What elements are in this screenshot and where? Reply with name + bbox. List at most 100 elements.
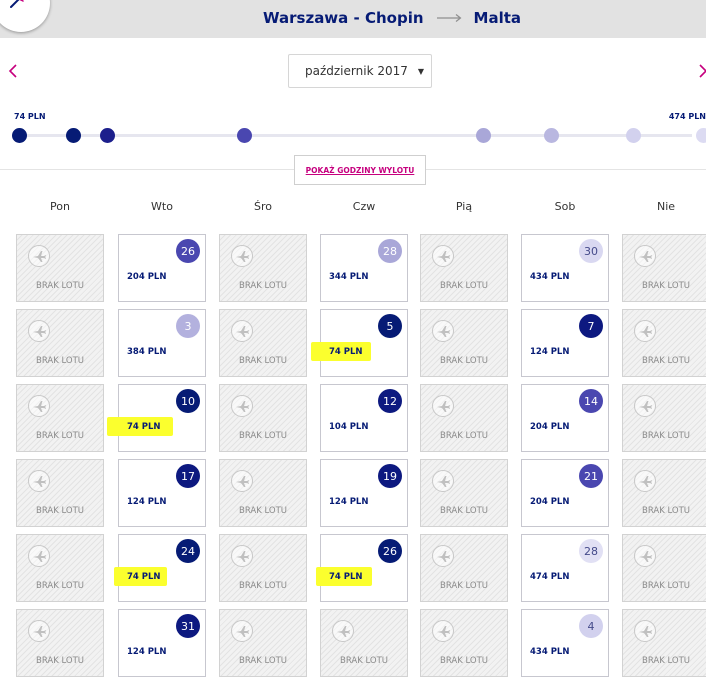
day-price: 434 PLN xyxy=(530,647,570,657)
no-flight-label: BRAK LOTU xyxy=(35,431,85,441)
plane-icon xyxy=(33,401,46,412)
plane-icon xyxy=(33,551,46,562)
plane-icon xyxy=(236,401,249,412)
route-title: Warszawa - Chopin Malta xyxy=(0,9,706,27)
prev-month-button[interactable] xyxy=(8,63,24,81)
day-price: 124 PLN xyxy=(530,347,570,357)
calendar-day-flight[interactable]: 124 PLN 19 xyxy=(320,459,408,527)
day-number-badge: 10 xyxy=(176,389,200,413)
weekday-label: Pią xyxy=(455,200,473,213)
plane-icon xyxy=(33,476,46,487)
price-range-dot[interactable] xyxy=(237,128,252,143)
price-range-track xyxy=(20,134,692,137)
calendar-day-flight[interactable]: 434 PLN 4 xyxy=(521,609,609,677)
price-range-dot[interactable] xyxy=(100,128,115,143)
plane-icon-circle xyxy=(432,545,454,567)
calendar-day-no-flight: BRAK LOTU xyxy=(219,609,307,677)
price-range-dot[interactable] xyxy=(12,128,27,143)
plane-icon xyxy=(639,476,652,487)
day-number-badge: 5 xyxy=(378,314,402,338)
weekday-label: Czw xyxy=(352,200,376,213)
plane-icon-circle xyxy=(332,620,354,642)
plane-icon-circle xyxy=(231,470,253,492)
plane-icon xyxy=(437,476,450,487)
plane-icon-circle xyxy=(432,395,454,417)
calendar-day-flight[interactable]: 124 PLN 7 xyxy=(521,309,609,377)
day-number-badge: 26 xyxy=(176,239,200,263)
calendar-day-flight[interactable]: 74 PLN 24 xyxy=(114,534,206,602)
plane-icon xyxy=(437,251,450,262)
plane-icon xyxy=(639,251,652,262)
day-number-badge: 28 xyxy=(579,539,603,563)
calendar-day-flight[interactable]: 344 PLN 28 xyxy=(320,234,408,302)
price-range-dot[interactable] xyxy=(476,128,491,143)
day-number-badge: 24 xyxy=(176,539,200,563)
plane-icon xyxy=(437,551,450,562)
day-number-badge: 7 xyxy=(579,314,603,338)
calendar-day-flight[interactable]: 434 PLN 30 xyxy=(521,234,609,302)
calendar-day-no-flight: BRAK LOTU xyxy=(320,609,408,677)
calendar-day-no-flight: BRAK LOTU xyxy=(16,534,104,602)
no-flight-label: BRAK LOTU xyxy=(641,356,691,366)
price-range-dot[interactable] xyxy=(626,128,641,143)
plane-icon-circle xyxy=(634,245,656,267)
calendar-day-flight[interactable]: 204 PLN 21 xyxy=(521,459,609,527)
show-departure-times-button[interactable]: POKAŻ GODZINY WYLOTU xyxy=(294,155,426,185)
calendar-day-flight[interactable]: 74 PLN 5 xyxy=(311,309,408,377)
calendar-day-flight[interactable]: 474 PLN 28 xyxy=(521,534,609,602)
plane-icon xyxy=(437,401,450,412)
calendar-day-no-flight: BRAK LOTU xyxy=(219,534,307,602)
calendar-day-no-flight: BRAK LOTU xyxy=(622,309,706,377)
calendar-day-flight[interactable]: 124 PLN 31 xyxy=(118,609,206,677)
calendar-day-no-flight: BRAK LOTU xyxy=(219,309,307,377)
calendar-day-flight[interactable]: 74 PLN 26 xyxy=(316,534,408,602)
day-number-badge: 30 xyxy=(579,239,603,263)
price-range-min-label: 74 PLN xyxy=(14,112,46,121)
no-flight-label: BRAK LOTU xyxy=(35,656,85,666)
origin-airport: Warszawa - Chopin xyxy=(263,9,424,27)
calendar-day-flight[interactable]: 204 PLN 14 xyxy=(521,384,609,452)
day-price: 344 PLN xyxy=(329,272,369,282)
day-price: 74 PLN xyxy=(127,572,161,582)
price-range-dot[interactable] xyxy=(544,128,559,143)
plane-icon xyxy=(437,626,450,637)
plane-icon-circle xyxy=(231,395,253,417)
next-month-button[interactable] xyxy=(698,63,706,81)
no-flight-label: BRAK LOTU xyxy=(238,506,288,516)
calendar-day-no-flight: BRAK LOTU xyxy=(420,459,508,527)
calendar-day-flight[interactable]: 204 PLN 26 xyxy=(118,234,206,302)
calendar-day-flight[interactable]: 384 PLN 3 xyxy=(118,309,206,377)
plane-icon-circle xyxy=(231,320,253,342)
calendar-day-flight[interactable]: 124 PLN 17 xyxy=(118,459,206,527)
month-select-value: październik 2017 xyxy=(305,64,408,78)
calendar-day-flight[interactable]: 74 PLN 10 xyxy=(107,384,206,452)
no-flight-label: BRAK LOTU xyxy=(439,281,489,291)
no-flight-label: BRAK LOTU xyxy=(439,431,489,441)
day-number-badge: 31 xyxy=(176,614,200,638)
calendar-day-flight[interactable]: 104 PLN 12 xyxy=(320,384,408,452)
plane-icon-circle xyxy=(432,245,454,267)
day-price: 124 PLN xyxy=(127,497,167,507)
plane-icon xyxy=(639,326,652,337)
plane-icon xyxy=(236,326,249,337)
day-number-badge: 21 xyxy=(579,464,603,488)
no-flight-label: BRAK LOTU xyxy=(238,281,288,291)
plane-icon xyxy=(236,476,249,487)
no-flight-label: BRAK LOTU xyxy=(238,656,288,666)
plane-icon-circle xyxy=(432,620,454,642)
no-flight-label: BRAK LOTU xyxy=(35,506,85,516)
arrow-right-icon xyxy=(436,13,462,23)
calendar-day-no-flight: BRAK LOTU xyxy=(622,534,706,602)
calendar-day-no-flight: BRAK LOTU xyxy=(420,309,508,377)
plane-icon-circle xyxy=(432,470,454,492)
plane-icon-circle xyxy=(28,470,50,492)
calendar-day-no-flight: BRAK LOTU xyxy=(16,384,104,452)
day-price: 74 PLN xyxy=(329,347,363,357)
price-range-dot[interactable] xyxy=(66,128,81,143)
day-number-badge: 14 xyxy=(579,389,603,413)
price-range-dot[interactable] xyxy=(696,128,706,143)
no-flight-label: BRAK LOTU xyxy=(439,356,489,366)
month-select[interactable]: październik 2017 ▼ xyxy=(288,54,432,88)
no-flight-label: BRAK LOTU xyxy=(35,581,85,591)
plane-icon-circle xyxy=(634,395,656,417)
